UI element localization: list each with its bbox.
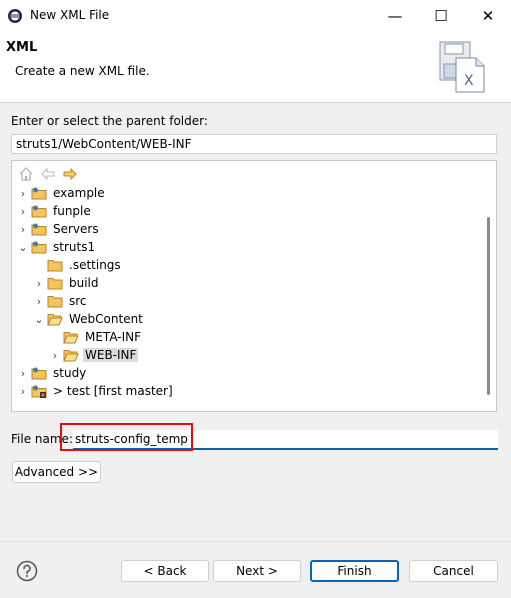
- advanced-button[interactable]: Advanced >>: [12, 461, 101, 483]
- title-bar: New XML File — ☐ ✕: [0, 0, 511, 32]
- tree-item-example[interactable]: › example: [17, 184, 107, 202]
- project-folder-icon: [31, 223, 47, 236]
- chevron-right-icon[interactable]: ›: [17, 184, 29, 202]
- tree-item-label: > test [first master]: [53, 384, 173, 398]
- xml-file-wizard-icon: X: [439, 41, 485, 93]
- chevron-down-icon[interactable]: ⌄: [17, 238, 29, 256]
- project-folder-icon: [31, 187, 47, 200]
- back-arrow-icon[interactable]: [40, 166, 56, 182]
- open-folder-icon: [63, 332, 79, 344]
- tree-item-settings[interactable]: .settings: [33, 256, 123, 274]
- tree-item-label: struts1: [53, 240, 96, 254]
- forward-arrow-icon[interactable]: [62, 166, 78, 182]
- chevron-right-icon[interactable]: ›: [33, 292, 45, 310]
- tree-item-label: study: [53, 366, 87, 380]
- open-folder-icon: [47, 314, 63, 326]
- git-project-folder-icon: [31, 385, 47, 398]
- next-button[interactable]: Next >: [213, 560, 301, 582]
- vertical-scrollbar[interactable]: [487, 217, 490, 395]
- project-folder-icon: [31, 241, 47, 254]
- wizard-header: XML Create a new XML file. X: [0, 32, 511, 103]
- chevron-right-icon[interactable]: ›: [17, 202, 29, 220]
- tree-item-label: Servers: [53, 222, 99, 236]
- tree-item-meta-inf[interactable]: META-INF: [49, 328, 143, 346]
- tree-item-label: META-INF: [85, 330, 142, 344]
- chevron-right-icon[interactable]: ›: [33, 274, 45, 292]
- folder-icon: [47, 260, 63, 272]
- tree-item-web-inf[interactable]: › WEB-INF: [49, 346, 139, 364]
- tree-item-struts1[interactable]: ⌄ struts1: [17, 238, 97, 256]
- tree-item-funple[interactable]: › funple: [17, 202, 93, 220]
- tree-item-servers[interactable]: › Servers: [17, 220, 101, 238]
- tree-item-label: build: [69, 276, 99, 290]
- tree-item-src[interactable]: › src: [33, 292, 89, 310]
- tree-item-label: funple: [53, 204, 91, 218]
- tree-item-study[interactable]: › study: [17, 364, 88, 382]
- tree-item-webcontent[interactable]: ⌄ WebContent: [33, 310, 145, 328]
- eclipse-app-icon: [8, 9, 22, 23]
- footer-separator: [0, 541, 511, 542]
- cancel-button[interactable]: Cancel: [409, 560, 498, 582]
- back-button[interactable]: < Back: [121, 560, 209, 582]
- project-folder-icon: [31, 367, 47, 380]
- finish-button[interactable]: Finish: [310, 560, 399, 582]
- chevron-right-icon[interactable]: ›: [49, 346, 61, 364]
- home-icon[interactable]: [18, 166, 34, 182]
- tree-item-label: .settings: [69, 258, 121, 272]
- wizard-description: Create a new XML file.: [15, 64, 150, 78]
- project-folder-icon: [31, 205, 47, 218]
- minimize-button[interactable]: —: [372, 0, 418, 32]
- parent-folder-label: Enter or select the parent folder:: [11, 114, 208, 128]
- minimize-icon: —: [387, 7, 403, 25]
- open-folder-icon: [63, 350, 79, 362]
- help-icon[interactable]: [16, 560, 38, 582]
- chevron-right-icon[interactable]: ›: [17, 382, 29, 400]
- tree-item-build[interactable]: › build: [33, 274, 101, 292]
- tree-item-test[interactable]: › > test [first master]: [17, 382, 175, 400]
- folder-tree[interactable]: › example › funple › Servers ⌄ struts1 .…: [11, 160, 497, 412]
- tree-item-label: src: [69, 294, 87, 308]
- parent-folder-input[interactable]: struts1/WebContent/WEB-INF: [11, 134, 497, 154]
- chevron-down-icon[interactable]: ⌄: [33, 310, 45, 328]
- window-title: New XML File: [30, 8, 110, 22]
- tree-item-label: example: [53, 186, 105, 200]
- chevron-right-icon[interactable]: ›: [17, 220, 29, 238]
- tree-navigation: [18, 166, 78, 182]
- tree-item-label: WebContent: [69, 312, 143, 326]
- close-button[interactable]: ✕: [465, 0, 511, 32]
- maximize-icon: ☐: [434, 7, 448, 25]
- annotation-highlight-box: [60, 423, 193, 451]
- chevron-right-icon[interactable]: ›: [17, 364, 29, 382]
- tree-item-label: WEB-INF: [83, 348, 139, 362]
- folder-icon: [47, 278, 63, 290]
- folder-icon: [47, 296, 63, 308]
- close-icon: ✕: [481, 7, 495, 25]
- maximize-button[interactable]: ☐: [418, 0, 464, 32]
- wizard-title: XML: [6, 40, 38, 55]
- svg-text:X: X: [464, 73, 474, 89]
